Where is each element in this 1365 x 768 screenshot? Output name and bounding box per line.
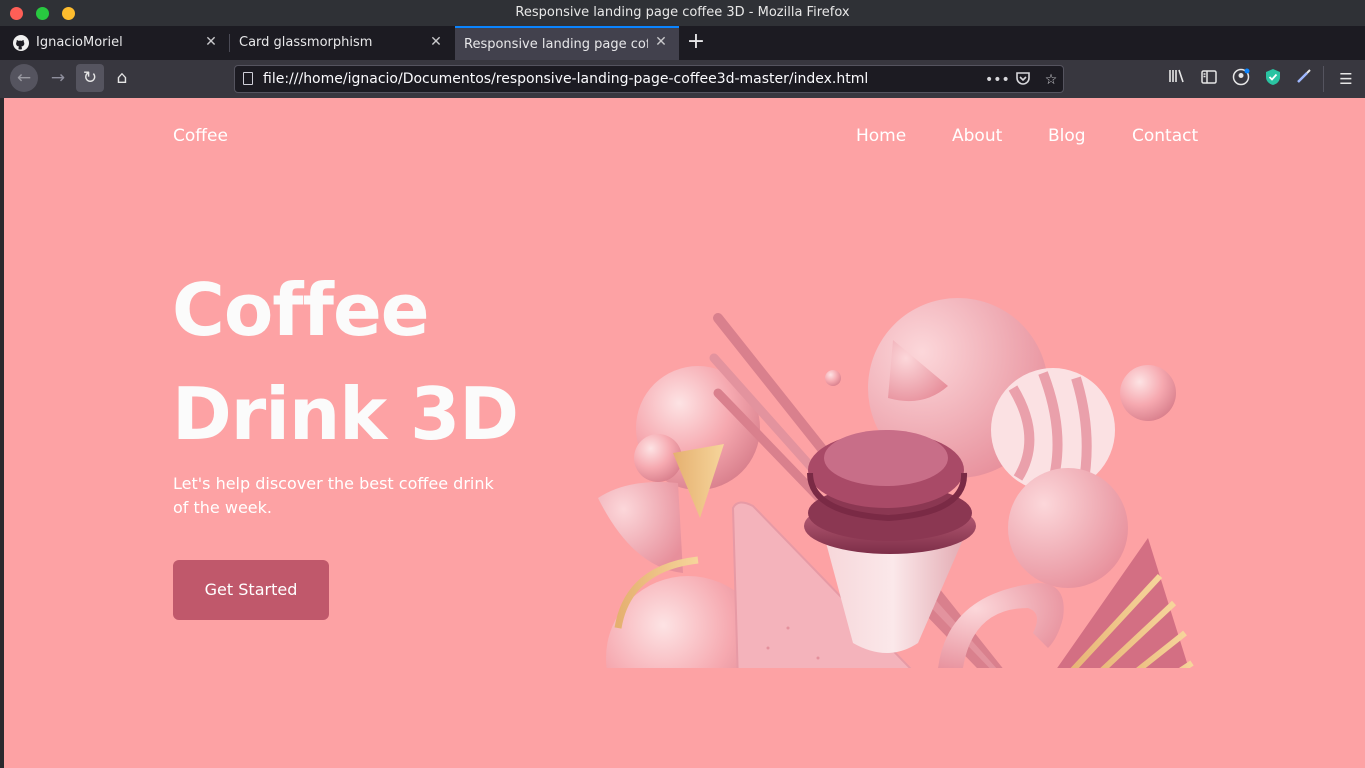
nav-contact-link[interactable]: Contact <box>1132 126 1198 146</box>
bookmark-star-icon[interactable]: ☆ <box>1041 70 1061 90</box>
home-button[interactable]: ⌂ <box>108 64 136 92</box>
github-icon <box>13 35 29 51</box>
hero-subtitle: Let's help discover the best coffee drin… <box>173 474 494 517</box>
sphere-shape <box>1008 468 1128 588</box>
get-started-button[interactable]: Get Started <box>173 560 329 620</box>
toolbar-separator <box>1323 66 1324 92</box>
menu-icon[interactable]: ☰ <box>1335 68 1357 90</box>
tab-label: Card glassmorphism <box>239 35 373 50</box>
back-button[interactable]: ← <box>10 64 38 92</box>
page-icon <box>243 72 253 85</box>
tab-label: Responsive landing page coffee 3D <box>464 37 648 52</box>
nav-about-link[interactable]: About <box>952 126 1002 146</box>
account-icon[interactable] <box>1230 68 1252 90</box>
close-tab-icon[interactable]: ✕ <box>652 33 670 51</box>
site-logo[interactable]: Coffee <box>173 126 228 146</box>
coffee-3d-illustration <box>598 298 1194 668</box>
window-title: Responsive landing page coffee 3D - Mozi… <box>515 5 850 20</box>
cone-shape <box>598 482 683 573</box>
color-picker-icon[interactable] <box>1293 68 1315 90</box>
tab-card-glassmorphism[interactable]: Card glassmorphism ✕ <box>230 26 454 60</box>
hero-title-line-2: Drink 3D <box>172 372 519 456</box>
pocket-icon[interactable] <box>1013 70 1033 90</box>
tab-responsive-landing[interactable]: Responsive landing page coffee 3D ✕ <box>455 26 679 60</box>
sphere-shape <box>1120 365 1176 421</box>
close-tab-icon[interactable]: ✕ <box>427 33 445 51</box>
url-text: file:///home/ignacio/Documentos/responsi… <box>263 71 869 87</box>
new-tab-button[interactable]: + <box>684 30 708 54</box>
page-content: Coffee Home About Blog Contact Coffee Dr… <box>4 98 1365 768</box>
page-actions-icon[interactable]: ••• <box>985 70 1010 90</box>
library-icon[interactable] <box>1166 68 1188 90</box>
shield-extension-icon[interactable] <box>1262 68 1284 90</box>
sphere-shape <box>825 370 841 386</box>
tab-strip: IgnacioMoriel ✕ Card glassmorphism ✕ Res… <box>0 26 1365 60</box>
arc-shape <box>938 583 1064 668</box>
hero-title: Coffee Drink 3D <box>172 258 519 466</box>
close-tab-icon[interactable]: ✕ <box>202 33 220 51</box>
sphere-shape <box>634 434 682 482</box>
tab-label: IgnacioMoriel <box>36 35 123 50</box>
sidebar-icon[interactable] <box>1198 68 1220 90</box>
nav-home-link[interactable]: Home <box>856 126 906 146</box>
forward-button[interactable]: → <box>44 64 72 92</box>
tab-ignaciomoriel[interactable]: IgnacioMoriel ✕ <box>0 26 228 60</box>
nav-blog-link[interactable]: Blog <box>1048 126 1086 146</box>
reload-button[interactable]: ↻ <box>76 64 104 92</box>
address-bar[interactable]: file:///home/ignacio/Documentos/responsi… <box>234 65 1064 93</box>
window-titlebar: Responsive landing page coffee 3D - Mozi… <box>0 0 1365 26</box>
hero-title-line-1: Coffee <box>172 268 430 352</box>
